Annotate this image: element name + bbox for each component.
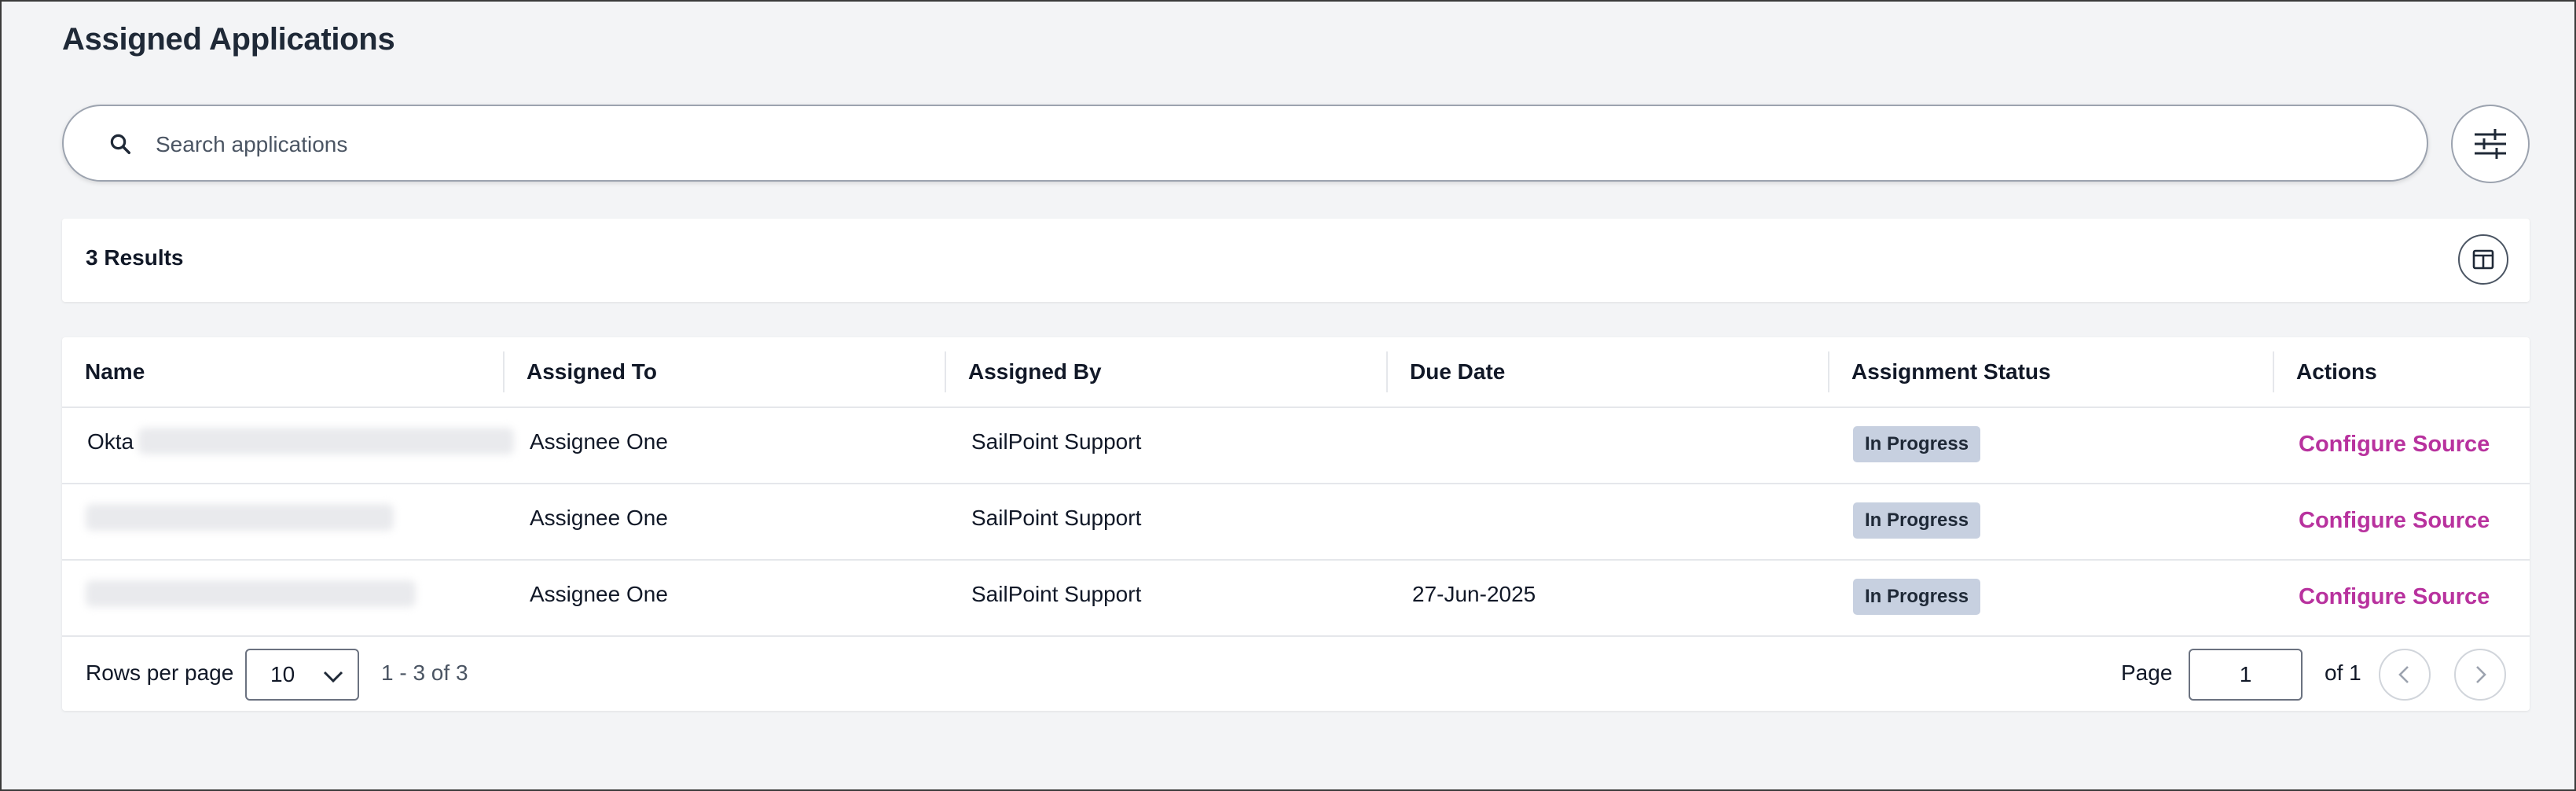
row-name: Okta [87,429,134,454]
rows-per-page-label: Rows per page [86,660,234,685]
search-input[interactable] [154,123,2397,166]
column-header-assigned-to[interactable]: Assigned To [504,337,657,407]
row-assigned-by: SailPoint Support [971,429,1142,454]
table-row: Assignee One SailPoint Support In Progre… [62,483,2530,561]
chevron-right-icon [2476,666,2486,683]
pagination-bar: Rows per page 10 1 - 3 of 3 Page of 1 [62,637,2530,711]
row-assigned-to: Assignee One [530,506,668,530]
table-header: Name Assigned To Assigned By Due Date As… [62,337,2530,408]
chevron-left-icon [2398,666,2409,683]
rows-per-page-select[interactable]: 10 [245,649,359,701]
filter-button[interactable] [2451,105,2530,183]
columns-button[interactable] [2458,234,2508,285]
page-number-input[interactable] [2189,649,2303,701]
table-row: Assignee One SailPoint Support 27-Jun-20… [62,559,2530,637]
page-title: Assigned Applications [62,22,395,57]
row-assigned-by: SailPoint Support [971,582,1142,606]
row-due-date: 27-Jun-2025 [1412,582,1536,606]
rows-per-page-value: 10 [270,662,295,686]
row-assigned-to: Assignee One [530,582,668,606]
results-range: 1 - 3 of 3 [381,660,468,685]
chevron-down-icon [323,671,343,683]
column-header-assigned-by[interactable]: Assigned By [945,337,1102,407]
sliders-icon [2475,129,2506,159]
previous-page-button[interactable] [2379,649,2431,701]
redacted-name [138,428,514,454]
redacted-name [86,580,416,607]
page-total-label: of 1 [2325,660,2361,685]
status-badge: In Progress [1853,579,1981,615]
row-assigned-to: Assignee One [530,429,668,454]
column-header-actions: Actions [2296,359,2377,384]
page-label: Page [2121,660,2173,685]
configure-source-link[interactable]: Configure Source [2299,559,2490,635]
configure-source-link[interactable]: Configure Source [2299,483,2490,559]
columns-icon [2472,249,2494,270]
column-header-name[interactable]: Name [62,337,145,407]
column-header-due-date[interactable]: Due Date [1387,337,1505,407]
row-assigned-by: SailPoint Support [971,506,1142,530]
column-header-assignment-status[interactable]: Assignment Status [1829,337,2051,407]
next-page-button[interactable] [2454,649,2506,701]
table-row: Okta Assignee One SailPoint Support In P… [62,407,2530,484]
status-badge: In Progress [1853,426,1981,462]
applications-table: Name Assigned To Assigned By Due Date As… [62,337,2530,711]
results-count: 3 Results [86,245,184,270]
search-icon [110,134,130,154]
status-badge: In Progress [1853,502,1981,539]
configure-source-link[interactable]: Configure Source [2299,407,2490,483]
redacted-name [86,504,394,531]
search-bar[interactable] [62,105,2428,182]
results-header: 3 Results [62,219,2530,302]
